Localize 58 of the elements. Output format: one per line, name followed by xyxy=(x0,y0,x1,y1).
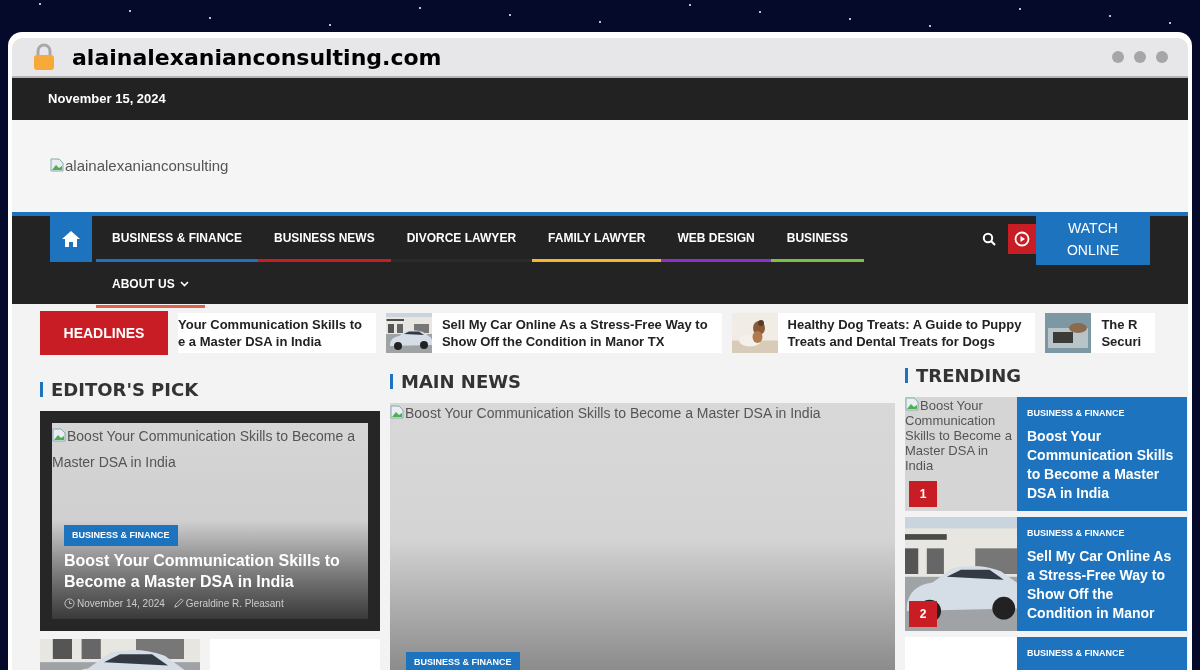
image-alt-text: Boost Your Communication Skills to Become a Master DSA in India xyxy=(52,427,356,472)
featured-card[interactable]: Boost Your Communication Skills to Become a Master DSA in India BUSINESS & FINANCE Boost Your Communication Skills to Become a Master DSA in India November 14, 2024 Geraldine R. Pleasant xyxy=(40,411,380,631)
nav-item[interactable]: FAMILY LAWYER xyxy=(532,216,662,262)
section-title: MAIN NEWS xyxy=(401,370,522,394)
play-icon xyxy=(1014,231,1030,247)
broken-image-icon xyxy=(50,157,64,172)
edit-icon xyxy=(172,598,184,609)
main-news-card[interactable]: Boost Your Communication Skills to Become a Master DSA in India BUSINESS & FINANCE xyxy=(390,403,895,670)
nav-item[interactable]: DIVORCE LAWYER xyxy=(390,216,533,262)
date-text: November 15, 2024 xyxy=(48,90,166,109)
rank-badge: 1 xyxy=(909,481,937,507)
rank-badge: 2 xyxy=(909,601,937,627)
trending-item[interactable]: BUSINESS & FINANCE xyxy=(905,637,1187,670)
broken-image-icon xyxy=(905,397,919,411)
nav-item[interactable]: BUSINESS NEWS xyxy=(258,216,391,262)
article-title[interactable]: Boost Your Communication Skills to Become a Master DSA in India xyxy=(1027,426,1177,503)
ticker-item[interactable]: Sell My Car Online As a Stress-Free Way to Show Off the Condition in Manor TX xyxy=(385,313,722,353)
section-title: TRENDING xyxy=(916,364,1021,388)
section-marker xyxy=(40,382,43,397)
ticker-item[interactable]: The R Securi xyxy=(1045,313,1156,353)
ticker-headline: The R Securi xyxy=(1101,316,1142,350)
ticker-headline: Your Communication Skills to e a Master DSA in India xyxy=(178,316,362,350)
play-button[interactable] xyxy=(1008,224,1036,254)
nav-item[interactable]: BUSINESS xyxy=(770,216,865,262)
lock-icon xyxy=(32,43,56,71)
author-text: Geraldine R. Pleasant xyxy=(185,597,284,611)
image-alt-text: Boost Your Communication Skills to Become a Master DSA in India xyxy=(905,398,1012,473)
nav-item[interactable]: BUSINESS & FINANCE xyxy=(96,216,258,262)
home-button[interactable] xyxy=(50,216,92,262)
home-icon xyxy=(61,230,81,248)
ticker-item[interactable]: Healthy Dog Treats: A Guide to Puppy Treats and Dental Treats for Dogs xyxy=(731,313,1036,353)
section-title: EDITOR'S PICK xyxy=(51,378,199,402)
category-text[interactable]: BUSINESS & FINANCE xyxy=(1027,527,1177,541)
watch-online-button[interactable]: WATCH ONLINE xyxy=(1036,213,1150,265)
ticker-headline: Sell My Car Online As a Stress-Free Way to Show Off the Condition in Manor TX xyxy=(441,316,708,350)
trending-item[interactable]: Boost Your Communication Skills to Become a Master DSA in India 1 BUSINESS & FINANCE Boost Your Communication Skills to Become a Master DSA in India xyxy=(905,397,1187,511)
headlines-label: HEADLINES xyxy=(40,311,168,355)
broken-image-icon xyxy=(390,405,404,419)
category-text[interactable]: BUSINESS & FINANCE xyxy=(1027,407,1177,421)
ticker-headline: Healthy Dog Treats: A Guide to Puppy Treats and Dental Treats for Dogs xyxy=(787,316,1022,350)
ticker-item[interactable]: Your Communication Skills to e a Master DSA in India xyxy=(178,313,376,353)
category-tag[interactable]: BUSINESS & FINANCE xyxy=(64,524,178,546)
section-marker xyxy=(390,374,393,389)
clock-icon xyxy=(64,598,75,609)
nav-item[interactable]: WEB DESIGN xyxy=(661,216,771,262)
category-text[interactable]: BUSINESS & FINANCE xyxy=(1027,647,1177,661)
search-icon[interactable] xyxy=(982,232,996,246)
date-text: November 14, 2024 xyxy=(77,597,165,611)
image-alt-text: Boost Your Communication Skills to Become a Master DSA in India xyxy=(390,403,895,424)
chevron-down-icon xyxy=(179,280,189,287)
url-text: alainalexanianconsulting.com xyxy=(72,43,442,72)
article-title[interactable]: Boost Your Communication Skills to Become a Master DSA in India xyxy=(64,550,356,592)
section-marker xyxy=(905,368,908,383)
logo-alt-text: alainalexanianconsulting xyxy=(50,154,229,178)
category-tag[interactable]: BUSINESS & FINANCE xyxy=(406,651,520,670)
broken-image-icon xyxy=(52,428,66,442)
article-title[interactable]: Sell My Car Online As a Stress-Free Way to Show Off the Condition in Manor xyxy=(1027,546,1177,623)
trending-item[interactable]: 2 BUSINESS & FINANCE Sell My Car Online As a Stress-Free Way to Show Off the Condition in Manor xyxy=(905,517,1187,631)
